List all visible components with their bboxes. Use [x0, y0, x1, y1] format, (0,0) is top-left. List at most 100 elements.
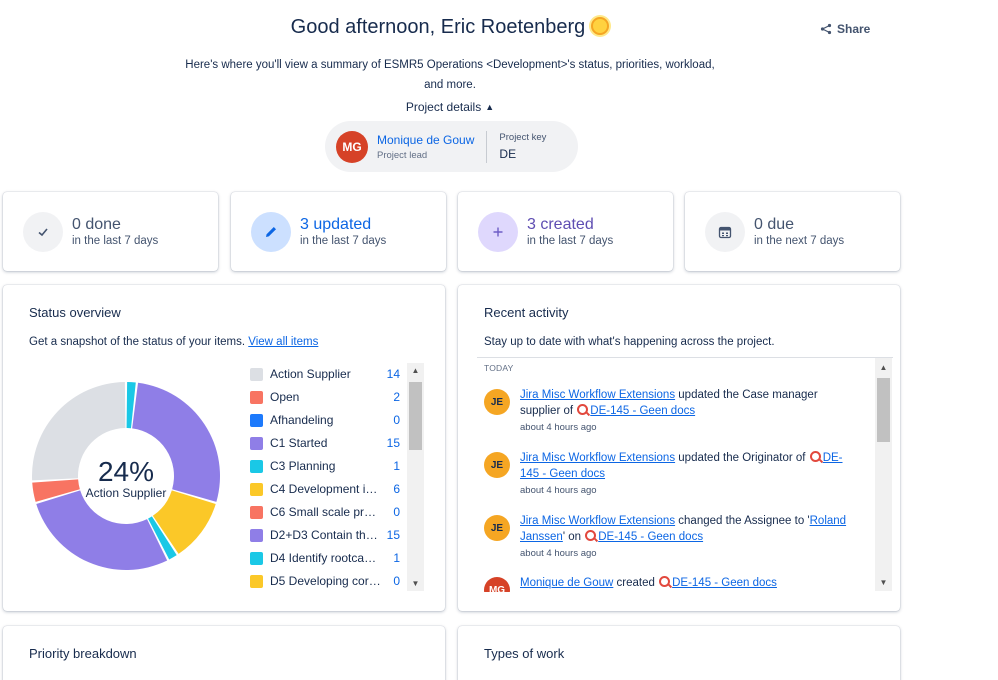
- legend-label: C3 Planning: [270, 459, 336, 473]
- status-donut-chart: 24% Action Supplier: [31, 382, 220, 570]
- legend-item[interactable]: C6 Small scale production0: [248, 501, 400, 523]
- stat-value[interactable]: 3 updated: [300, 216, 386, 234]
- view-all-items-link[interactable]: View all items: [248, 336, 318, 348]
- activity-action: updated the Originator of: [675, 452, 809, 464]
- stat-period: in the last 7 days: [527, 235, 614, 247]
- legend-item[interactable]: C3 Planning 1: [248, 455, 400, 477]
- legend-swatch: [250, 528, 263, 542]
- stat-card-done[interactable]: 0 done in the last 7 days: [3, 192, 218, 271]
- scroll-thumb[interactable]: [409, 382, 422, 450]
- legend-count-link[interactable]: 0: [382, 413, 400, 427]
- donut-segment[interactable]: [36, 490, 168, 570]
- legend-label: C6 Small scale production: [270, 505, 383, 519]
- types-of-work-title: Types of work: [484, 646, 565, 661]
- legend-label: D4 Identify rootcause: [270, 551, 383, 565]
- legend-count-link[interactable]: 14: [382, 367, 400, 381]
- legend-item[interactable]: Afhandeling 0: [248, 409, 400, 431]
- legend-item[interactable]: C4 Development in Progress6: [248, 478, 400, 500]
- stat-value: 0 due: [754, 216, 795, 233]
- legend-label: Open: [270, 390, 300, 404]
- share-icon: [820, 23, 832, 35]
- legend-label: D5 Developing corrective actions: [270, 574, 382, 588]
- donut-center-percent: 24%: [98, 456, 154, 487]
- project-lead-label: Project lead: [377, 149, 428, 161]
- stat-card-updated[interactable]: 3 updated in the last 7 days: [231, 192, 446, 271]
- stat-value[interactable]: 3 created: [527, 216, 613, 234]
- share-button[interactable]: Share: [820, 22, 870, 36]
- stat-card-due[interactable]: 0 due in the next 7 days: [685, 192, 900, 271]
- scroll-up-icon[interactable]: ▲: [875, 363, 892, 372]
- activity-group-label: TODAY: [484, 363, 514, 373]
- activity-text: Jira Misc Workflow Extensions updated th…: [520, 450, 850, 482]
- legend-item[interactable]: D2+D3 Contain the problem15: [248, 524, 400, 546]
- actor-link[interactable]: Jira Misc Workflow Extensions: [520, 389, 675, 401]
- legend-swatch: [250, 505, 263, 519]
- legend-item[interactable]: D5 Developing corrective actions0: [248, 570, 400, 591]
- scroll-down-icon[interactable]: ▼: [407, 579, 424, 588]
- legend-count-link[interactable]: 2: [382, 390, 400, 404]
- legend-item[interactable]: D4 Identify rootcause 1: [248, 547, 400, 569]
- bug-icon: [577, 404, 589, 415]
- legend-label: Action Supplier: [270, 367, 351, 381]
- legend-item[interactable]: Open 2: [248, 386, 400, 408]
- legend-count-link[interactable]: 1: [382, 551, 400, 565]
- project-details-label: Project details: [405, 100, 482, 114]
- issue-link[interactable]: DE-145 - Geen docs: [590, 405, 695, 417]
- legend-count-link[interactable]: 0: [382, 574, 400, 588]
- stat-period: in the next 7 days: [754, 235, 845, 247]
- actor-link[interactable]: Jira Misc Workflow Extensions: [520, 452, 675, 464]
- issue-link[interactable]: DE-145 - Geen docs: [598, 531, 703, 543]
- project-details-toggle[interactable]: Project details ▲: [0, 100, 900, 114]
- avatar: MG: [336, 130, 368, 163]
- legend-swatch: [250, 367, 263, 381]
- legend-label: D2+D3 Contain the problem: [270, 528, 383, 542]
- scroll-down-icon[interactable]: ▼: [875, 578, 892, 587]
- legend-count-link[interactable]: 15: [382, 528, 400, 542]
- actor-link[interactable]: Jira Misc Workflow Extensions: [520, 515, 675, 527]
- activity-action: changed the Assignee to ': [675, 515, 810, 527]
- avatar: JE: [484, 452, 510, 478]
- legend-swatch: [250, 390, 263, 404]
- activity-time: about 4 hours ago: [520, 548, 597, 559]
- actor-link[interactable]: Monique de Gouw: [520, 577, 613, 589]
- legend-swatch: [250, 551, 263, 565]
- stat-card-created[interactable]: 3 created in the last 7 days: [458, 192, 673, 271]
- legend-label: C1 Started: [270, 436, 328, 450]
- scroll-thumb[interactable]: [877, 378, 890, 442]
- legend-count-link[interactable]: 15: [382, 436, 400, 450]
- legend-count-link[interactable]: 1: [382, 459, 400, 473]
- priority-breakdown-panel: Priority breakdown: [3, 626, 445, 680]
- status-overview-description: Get a snapshot of the status of your ite…: [29, 336, 318, 348]
- legend-item[interactable]: Action Supplier 14: [248, 363, 400, 385]
- legend-item[interactable]: C1 Started 15: [248, 432, 400, 454]
- legend-swatch: [250, 413, 263, 427]
- avatar: MG: [484, 577, 510, 592]
- status-legend: Action Supplier 14 Open 2 Afhandeling 0 C1 Sta…: [248, 363, 425, 591]
- legend-scrollbar[interactable]: ▲ ▼: [407, 363, 424, 591]
- avatar: JE: [484, 515, 510, 541]
- activity-scrollbar[interactable]: ▲ ▼: [875, 358, 892, 591]
- stat-period: in the last 7 days: [300, 235, 387, 247]
- activity-time: about 4 hours ago: [520, 422, 597, 433]
- project-key-value: DE: [499, 147, 517, 161]
- avatar: JE: [484, 389, 510, 415]
- sun-icon: [591, 17, 610, 35]
- activity-time: about 4 hours ago: [520, 485, 597, 496]
- bug-icon: [809, 451, 821, 462]
- activity-text: Monique de Gouw created DE-145 - Geen do…: [520, 575, 850, 591]
- recent-activity-title: Recent activity: [484, 305, 569, 320]
- issue-link[interactable]: DE-145 - Geen docs: [672, 577, 777, 589]
- bug-icon: [659, 576, 671, 587]
- chevron-up-icon: ▲: [485, 102, 495, 112]
- legend-count-link[interactable]: 6: [382, 482, 400, 496]
- project-lead-link[interactable]: Monique de Gouw: [377, 133, 474, 147]
- activity-action: ' on: [562, 531, 585, 543]
- scroll-up-icon[interactable]: ▲: [407, 366, 424, 375]
- plus-icon: [478, 211, 518, 252]
- status-overview-title: Status overview: [29, 305, 121, 320]
- types-of-work-panel: Types of work: [458, 626, 900, 680]
- greeting-text: Good afternoon, Eric Roetenberg: [290, 16, 586, 38]
- legend-count-link[interactable]: 0: [382, 505, 400, 519]
- divider: [486, 130, 488, 163]
- calendar-icon: [705, 211, 745, 252]
